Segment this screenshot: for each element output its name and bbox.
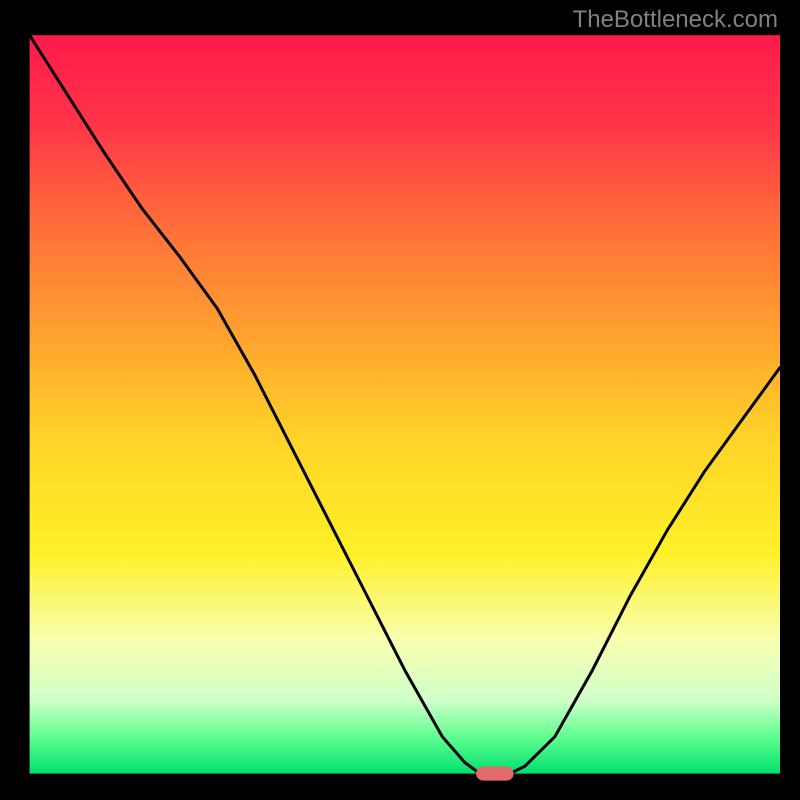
chart-container: TheBottleneck.com (0, 0, 800, 800)
gradient-background (30, 35, 780, 773)
optimal-marker (476, 767, 514, 781)
bottleneck-chart (0, 0, 800, 800)
watermark-text: TheBottleneck.com (573, 6, 778, 34)
